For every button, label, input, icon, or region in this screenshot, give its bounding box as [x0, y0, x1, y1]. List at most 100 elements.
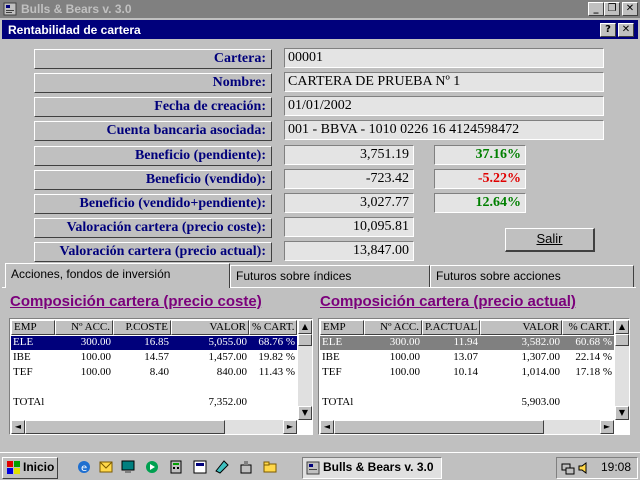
cell-pct: 11.43 %	[258, 366, 295, 378]
cartera-field[interactable]: 00001	[284, 48, 604, 68]
taskbar-item-bulls[interactable]: Bulls & Bears v. 3.0	[302, 457, 442, 479]
cell-pct: 60.68 %	[575, 336, 612, 348]
actual-header-acc[interactable]: Nº ACC.	[364, 320, 422, 335]
table-row[interactable]: ELE 300.00 16.85 5,055.00 68.76 %	[11, 336, 297, 350]
cell-emp: IBE	[322, 351, 340, 363]
tab-acciones[interactable]: Acciones, fondos de inversión	[5, 263, 230, 288]
cell-valor: 1,457.00	[208, 351, 248, 363]
cell-acc: 300.00	[389, 336, 420, 348]
total-row[interactable]: TOTAl 7,352.00	[11, 396, 297, 410]
coste-grid[interactable]: EMP Nº ACC. P.COSTE VALOR % CART. ELE 30…	[9, 318, 313, 435]
start-button[interactable]: Inicio	[2, 457, 58, 479]
actual-grid-header: EMP Nº ACC. P.ACTUAL VALOR % CART.	[320, 320, 614, 335]
beneficio-pendiente-value: 3,751.19	[284, 145, 414, 165]
windows-logo-icon	[7, 461, 20, 474]
close-app-button[interactable]: ✕	[622, 2, 638, 16]
valoracion-coste-label: Valoración cartera (precio coste):	[34, 218, 272, 238]
total-value: 7,352.00	[208, 396, 248, 408]
total-label: TOTAl	[13, 396, 45, 408]
scroll-right-button[interactable]: ►	[283, 420, 297, 434]
app-icon	[306, 461, 320, 475]
cell-pcoste: 8.40	[149, 366, 169, 378]
taskbar: Inicio e Bulls & Bears v. 3.0 19:08	[0, 452, 640, 480]
scroll-thumb[interactable]	[25, 420, 225, 434]
salir-button[interactable]: Salir	[505, 228, 595, 252]
scroll-left-button[interactable]: ◄	[11, 420, 25, 434]
coste-header-pcoste[interactable]: P.COSTE	[113, 320, 171, 335]
table-row[interactable]: IBE 100.00 13.07 1,307.00 22.14 %	[320, 351, 614, 365]
tab-futuros-indices[interactable]: Futuros sobre índices	[230, 265, 430, 287]
table-row[interactable]: IBE 100.00 14.57 1,457.00 19.82 %	[11, 351, 297, 365]
coste-header-valor[interactable]: VALOR	[171, 320, 249, 335]
scroll-thumb[interactable]	[615, 334, 629, 346]
cell-acc: 100.00	[80, 351, 111, 363]
scroll-down-button[interactable]: ▼	[615, 406, 629, 420]
coste-header-pct[interactable]: % CART.	[249, 320, 297, 335]
coste-horizontal-scrollbar[interactable]: ◄ ►	[11, 420, 297, 434]
ie-icon[interactable]: e	[76, 459, 92, 475]
coste-header-acc[interactable]: Nº ACC.	[55, 320, 113, 335]
actual-horizontal-scrollbar[interactable]: ◄ ►	[320, 420, 614, 434]
table-row[interactable]: ELE 300.00 11.94 3,582.00 60.68 %	[320, 336, 614, 350]
scroll-thumb[interactable]	[298, 334, 312, 346]
cell-pcoste: 14.57	[144, 351, 169, 363]
clock[interactable]: 19:08	[601, 458, 631, 477]
cuenta-field[interactable]: 001 - BBVA - 1010 0226 16 4124598472	[284, 120, 604, 140]
scroll-up-button[interactable]: ▲	[615, 320, 629, 334]
close-dialog-button[interactable]: ✕	[618, 23, 634, 37]
restore-button[interactable]: ❐	[604, 2, 620, 16]
beneficio-vendido-label: Beneficio (vendido):	[34, 170, 272, 190]
cell-valor: 1,307.00	[521, 351, 561, 363]
media-icon[interactable]	[144, 459, 160, 475]
total-label: TOTAl	[322, 396, 354, 408]
coste-vertical-scrollbar[interactable]: ▲ ▼	[298, 320, 312, 420]
cell-valor: 840.00	[216, 366, 247, 378]
dialog-title: Rentabilidad de cartera	[8, 23, 141, 37]
valoracion-actual-label: Valoración cartera (precio actual):	[34, 242, 272, 262]
coste-header-emp[interactable]: EMP	[11, 320, 55, 335]
nombre-field[interactable]: CARTERA DE PRUEBA Nº 1	[284, 72, 604, 92]
nombre-label: Nombre:	[34, 73, 272, 93]
cell-emp: ELE	[322, 336, 343, 348]
scroll-left-button[interactable]: ◄	[320, 420, 334, 434]
desktop-icon[interactable]	[120, 459, 136, 475]
cell-emp: TEF	[13, 366, 33, 378]
cell-emp: TEF	[322, 366, 342, 378]
help-button[interactable]: ?	[600, 23, 616, 37]
app-icon[interactable]	[192, 459, 208, 475]
tool-icon[interactable]	[238, 459, 254, 475]
minimize-button[interactable]: _	[588, 2, 604, 16]
cell-emp: IBE	[13, 351, 31, 363]
coste-grid-header: EMP Nº ACC. P.COSTE VALOR % CART.	[11, 320, 297, 335]
cell-pactual: 10.14	[453, 366, 478, 378]
tab-futuros-acciones[interactable]: Futuros sobre acciones	[430, 265, 634, 287]
cell-pct: 19.82 %	[258, 351, 295, 363]
actual-grid[interactable]: EMP Nº ACC. P.ACTUAL VALOR % CART. ELE 3…	[318, 318, 630, 435]
total-value: 5,903.00	[521, 396, 561, 408]
calc-icon[interactable]	[168, 459, 184, 475]
fecha-field[interactable]: 01/01/2002	[284, 96, 604, 116]
actual-header-emp[interactable]: EMP	[320, 320, 364, 335]
speaker-icon[interactable]	[577, 461, 591, 475]
beneficio-vendido-pct: -5.22%	[434, 169, 526, 189]
scroll-right-button[interactable]: ►	[600, 420, 614, 434]
paint-icon[interactable]	[214, 459, 230, 475]
scroll-up-button[interactable]: ▲	[298, 320, 312, 334]
beneficio-vendido-value: -723.42	[284, 169, 414, 189]
valoracion-coste-value: 10,095.81	[284, 217, 414, 237]
network-icon[interactable]	[561, 461, 575, 475]
actual-header-pct[interactable]: % CART.	[562, 320, 614, 335]
table-row[interactable]: TEF 100.00 8.40 840.00 11.43 %	[11, 366, 297, 380]
scroll-down-button[interactable]: ▼	[298, 406, 312, 420]
scroll-thumb[interactable]	[334, 420, 544, 434]
table-row[interactable]: TEF 100.00 10.14 1,014.00 17.18 %	[320, 366, 614, 380]
folder-icon[interactable]	[262, 459, 278, 475]
outlook-icon[interactable]	[98, 459, 114, 475]
total-row[interactable]: TOTAl 5,903.00	[320, 396, 614, 410]
actual-header-valor[interactable]: VALOR	[480, 320, 562, 335]
beneficio-pendiente-label: Beneficio (pendiente):	[34, 146, 272, 166]
salir-label: Salir	[536, 231, 563, 246]
actual-vertical-scrollbar[interactable]: ▲ ▼	[615, 320, 629, 420]
actual-header-pactual[interactable]: P.ACTUAL	[422, 320, 480, 335]
beneficio-pendiente-pct: 37.16%	[434, 145, 526, 165]
